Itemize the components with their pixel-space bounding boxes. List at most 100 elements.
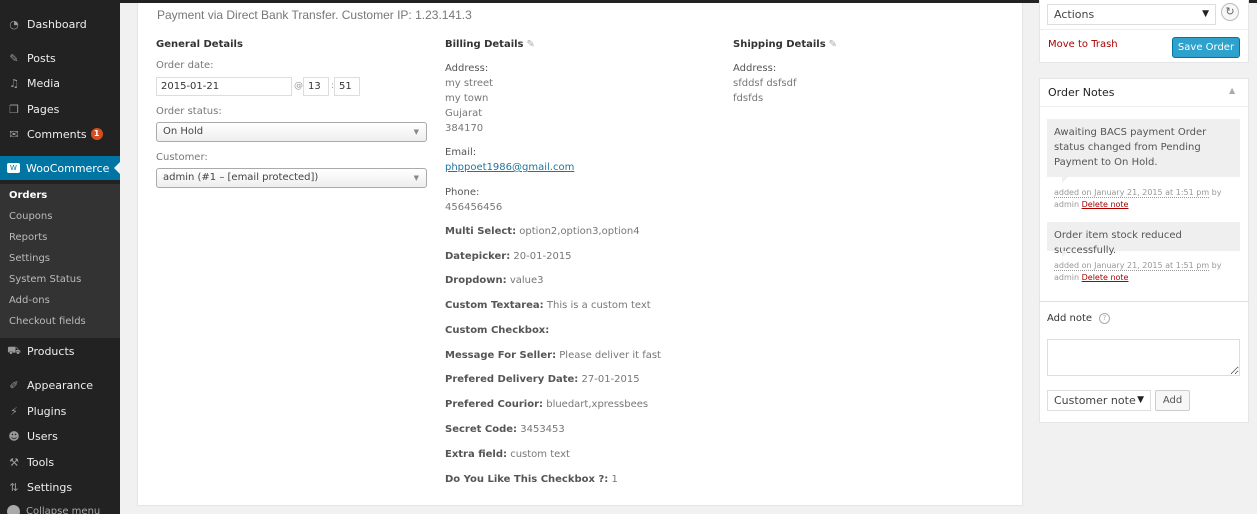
- delete-note-link[interactable]: Delete note: [1082, 200, 1129, 209]
- wrench-icon: ⚒: [9, 455, 19, 469]
- field-label: Custom Checkbox:: [445, 325, 550, 336]
- custom-field: Do You Like This Checkbox ?: 1: [445, 474, 618, 485]
- shipping-address-line: sfddsf dsfsdf: [733, 78, 797, 89]
- sidebar-item-label: Media: [27, 76, 61, 90]
- field-label: Prefered Delivery Date:: [445, 374, 579, 385]
- shipping-address: Address: sfddsf dsfsdf fdsfds: [733, 61, 797, 106]
- order-date-input[interactable]: 2015-01-21: [156, 77, 292, 96]
- sidebar-item-label: Appearance: [27, 378, 94, 392]
- note-content: Awaiting BACS payment Order status chang…: [1047, 119, 1240, 177]
- shipping-heading-text: Shipping Details: [733, 39, 826, 50]
- sidebar-item-label: Users: [27, 429, 58, 443]
- delete-note-link[interactable]: Delete note: [1082, 273, 1129, 282]
- add-note-button[interactable]: Add: [1155, 390, 1190, 411]
- order-hour-input[interactable]: 13: [303, 77, 329, 96]
- billing-address-line: 384170: [445, 123, 484, 134]
- sidebar-item-label: Settings: [27, 480, 73, 494]
- shipping-address-label: Address:: [733, 63, 777, 74]
- pages-icon: ❐: [9, 102, 19, 116]
- comment-icon: ✉: [9, 127, 19, 141]
- order-actions-select[interactable]: Actions ▼: [1047, 4, 1216, 25]
- field-value: option2,option3,option4: [519, 226, 640, 237]
- custom-field: Datepicker: 20-01-2015: [445, 251, 572, 262]
- cart-icon: ⛟: [7, 343, 21, 357]
- collapse-toggle-icon[interactable]: ▲: [1229, 86, 1235, 95]
- sidebar-item-media[interactable]: ♫ Media: [0, 71, 120, 95]
- submenu-item-coupons[interactable]: Coupons: [9, 211, 52, 222]
- field-value: custom text: [510, 449, 570, 460]
- billing-phone: Phone: 456456456: [445, 185, 502, 215]
- sidebar-item-label: WooCommerce: [26, 161, 110, 175]
- order-status-select[interactable]: On Hold ▼: [156, 122, 427, 142]
- add-note-textarea[interactable]: [1047, 339, 1240, 376]
- shipping-address-line: fdsfds: [733, 93, 764, 104]
- add-note-label: Add note: [1047, 313, 1093, 324]
- sidebar-item-appearance[interactable]: ✐ Appearance: [0, 373, 120, 397]
- customer-label: Customer:: [156, 152, 208, 163]
- settings-icon: ⇅: [9, 480, 19, 494]
- field-value: 20-01-2015: [513, 251, 572, 262]
- field-label: Datepicker:: [445, 251, 511, 262]
- billing-heading-text: Billing Details: [445, 39, 524, 50]
- sidebar-item-products[interactable]: ⛟ Products: [0, 339, 120, 363]
- sidebar-item-posts[interactable]: ✎ Posts: [0, 46, 120, 70]
- field-label: Message For Seller:: [445, 350, 557, 361]
- note-date: added on January 21, 2015 at 1:51 pm: [1054, 188, 1210, 198]
- field-label: Custom Textarea:: [445, 300, 544, 311]
- field-label: Secret Code:: [445, 424, 518, 435]
- submenu-item-checkout-fields[interactable]: Checkout fields: [9, 316, 86, 327]
- billing-email-link[interactable]: phppoet1986@gmail.com: [445, 162, 574, 173]
- billing-details-heading: Billing Details ✎: [445, 39, 535, 50]
- help-icon[interactable]: ?: [1099, 313, 1110, 324]
- pencil-icon[interactable]: ✎: [527, 39, 535, 50]
- sidebar-item-plugins[interactable]: ⚡ Plugins: [0, 399, 120, 423]
- save-order-button[interactable]: Save Order: [1172, 37, 1240, 58]
- customer-select[interactable]: admin (#1 – [email protected]) ▼: [156, 168, 427, 188]
- sidebar-item-woocommerce[interactable]: W WooCommerce: [0, 156, 120, 180]
- actions-select-value: Actions: [1054, 8, 1095, 21]
- add-note-divider: [1039, 301, 1249, 302]
- sidebar-item-tools[interactable]: ⚒ Tools: [0, 450, 120, 474]
- submenu-item-system-status[interactable]: System Status: [9, 274, 81, 285]
- sidebar-item-comments[interactable]: ✉ Comments 1: [0, 122, 120, 146]
- general-details-heading: General Details: [156, 39, 243, 50]
- field-label: Dropdown:: [445, 275, 507, 286]
- billing-phone-label: Phone:: [445, 187, 480, 198]
- field-value: value3: [509, 275, 544, 286]
- custom-field: Extra field: custom text: [445, 449, 570, 460]
- notes-divider: [1039, 106, 1249, 107]
- submenu-item-reports[interactable]: Reports: [9, 232, 47, 243]
- submenu-item-settings[interactable]: Settings: [9, 253, 50, 264]
- submenu-item-add-ons[interactable]: Add-ons: [9, 295, 50, 306]
- billing-address-label: Address:: [445, 63, 489, 74]
- at-separator: @: [294, 81, 303, 91]
- field-value: 3453453: [520, 424, 565, 435]
- chevron-down-icon: ▼: [1202, 9, 1209, 19]
- custom-field: Secret Code: 3453453: [445, 424, 565, 435]
- refresh-icon[interactable]: ↻: [1221, 3, 1239, 21]
- submenu-item-orders[interactable]: Orders: [9, 190, 47, 201]
- shipping-details-heading: Shipping Details ✎: [733, 39, 837, 50]
- note-meta: added on January 21, 2015 at 1:51 pm by …: [1054, 260, 1234, 284]
- note-tail: [1062, 251, 1068, 257]
- sidebar-item-label: Tools: [27, 455, 55, 469]
- field-value: bluedart,xpressbees: [546, 399, 649, 410]
- order-minute-input[interactable]: 51: [334, 77, 360, 96]
- note-tail: [1062, 177, 1068, 183]
- field-label: Extra field:: [445, 449, 508, 460]
- woocommerce-submenu: Orders Coupons Reports Settings System S…: [0, 184, 120, 338]
- move-to-trash-link[interactable]: Move to Trash: [1048, 39, 1118, 50]
- sidebar-item-label: Pages: [27, 102, 60, 116]
- note-type-select[interactable]: Customer note ▼: [1047, 390, 1151, 411]
- pencil-icon[interactable]: ✎: [829, 39, 837, 50]
- billing-address-line: Gujarat: [445, 108, 483, 119]
- sidebar-item-dashboard[interactable]: ◔ Dashboard: [0, 12, 120, 36]
- sidebar-item-users[interactable]: ☻ Users: [0, 424, 120, 448]
- custom-field: Prefered Courior: bluedart,xpressbees: [445, 399, 648, 410]
- sidebar-item-settings[interactable]: ⇅ Settings: [0, 475, 120, 499]
- collapse-menu-button[interactable]: Collapse menu: [7, 505, 100, 514]
- paintbrush-icon: ✐: [9, 378, 19, 392]
- sidebar-item-label: Plugins: [27, 404, 67, 418]
- sidebar-item-pages[interactable]: ❐ Pages: [0, 97, 120, 121]
- plugin-icon: ⚡: [10, 404, 18, 418]
